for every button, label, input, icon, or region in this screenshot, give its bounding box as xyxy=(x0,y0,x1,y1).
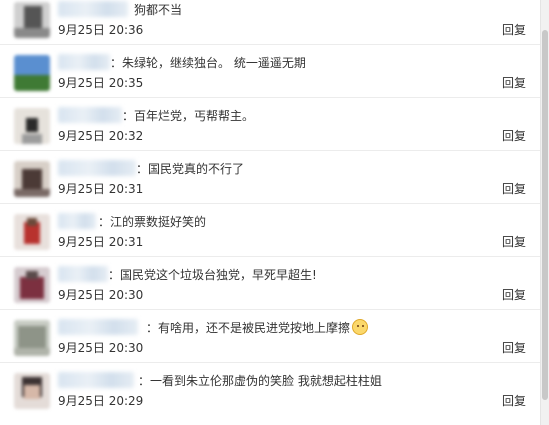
scrollbar-thumb[interactable] xyxy=(542,30,548,400)
avatar[interactable] xyxy=(14,161,50,197)
comment-time: 9月25日 20:32 xyxy=(58,129,144,143)
reply-button[interactable]: 回复 xyxy=(502,233,526,251)
avatar[interactable] xyxy=(14,320,50,356)
username-blurred[interactable] xyxy=(58,107,122,123)
avatar[interactable] xyxy=(14,373,50,409)
comment-time: 9月25日 20:30 xyxy=(58,288,144,302)
avatar[interactable] xyxy=(14,2,50,38)
comment-item: ：国民党这个垃圾台独党，早死早超生! 9月25日 20:30 回复 xyxy=(0,257,540,310)
username-blurred[interactable] xyxy=(58,54,110,70)
comment-text: ：百年烂党，丐帮帮主。 xyxy=(122,109,255,123)
comment-time: 9月25日 20:31 xyxy=(58,235,144,249)
comment-time: 9月25日 20:36 xyxy=(58,23,144,37)
username-blurred[interactable] xyxy=(58,160,136,176)
comment-text: ：一看到朱立伦那虚伪的笑脸 我就想起柱柱姐 xyxy=(138,374,382,388)
comment-item: ：一看到朱立伦那虚伪的笑脸 我就想起柱柱姐 9月25日 20:29 回复 xyxy=(0,363,540,416)
comment-item: 狗都不当 9月25日 20:36 回复 xyxy=(0,0,540,45)
comment-item: ：江的票数挺好笑的 9月25日 20:31 回复 xyxy=(0,204,540,257)
reply-button[interactable]: 回复 xyxy=(502,286,526,304)
reply-button[interactable]: 回复 xyxy=(502,180,526,198)
comment-item: ：国民党真的不行了 9月25日 20:31 回复 xyxy=(0,151,540,204)
avatar[interactable] xyxy=(14,55,50,91)
comment-item: ：朱绿轮，继续独台。 统一遥遥无期 9月25日 20:35 回复 xyxy=(0,45,540,98)
reply-button[interactable]: 回复 xyxy=(502,392,526,410)
username-blurred[interactable] xyxy=(58,1,128,17)
reply-button[interactable]: 回复 xyxy=(502,74,526,92)
avatar[interactable] xyxy=(14,108,50,144)
comment-text: ：国民党这个垃圾台独党，早死早超生! xyxy=(108,268,317,282)
comment-text: ：江的票数挺好笑的 xyxy=(98,215,207,229)
reply-button[interactable]: 回复 xyxy=(502,339,526,357)
comment-text: 狗都不当 xyxy=(134,3,183,17)
comment-time: 9月25日 20:31 xyxy=(58,182,144,196)
comment-list: 狗都不当 9月25日 20:36 回复 ：朱绿轮，继续独台。 统一遥遥无期 9月… xyxy=(0,0,540,416)
comment-text: ：朱绿轮，继续独台。 统一遥遥无期 xyxy=(110,56,306,70)
username-blurred[interactable] xyxy=(58,372,134,388)
comment-time: 9月25日 20:29 xyxy=(58,394,144,408)
scrollbar[interactable] xyxy=(540,0,549,425)
comment-item: ：有啥用，还不是被民进党按地上摩擦 9月25日 20:30 回复 xyxy=(0,310,540,363)
comment-text: ：有啥用，还不是被民进党按地上摩擦 xyxy=(146,319,369,337)
comment-time: 9月25日 20:35 xyxy=(58,76,144,90)
comment-text: ：国民党真的不行了 xyxy=(136,162,245,176)
avatar[interactable] xyxy=(14,214,50,250)
laughing-face-emoji-icon xyxy=(352,319,369,335)
avatar[interactable] xyxy=(14,267,50,303)
reply-button[interactable]: 回复 xyxy=(502,127,526,145)
comment-time: 9月25日 20:30 xyxy=(58,341,144,355)
username-blurred[interactable] xyxy=(58,319,138,335)
comment-item: ：百年烂党，丐帮帮主。 9月25日 20:32 回复 xyxy=(0,98,540,151)
username-blurred[interactable] xyxy=(58,266,108,282)
reply-button[interactable]: 回复 xyxy=(502,21,526,39)
username-blurred[interactable] xyxy=(58,213,96,229)
